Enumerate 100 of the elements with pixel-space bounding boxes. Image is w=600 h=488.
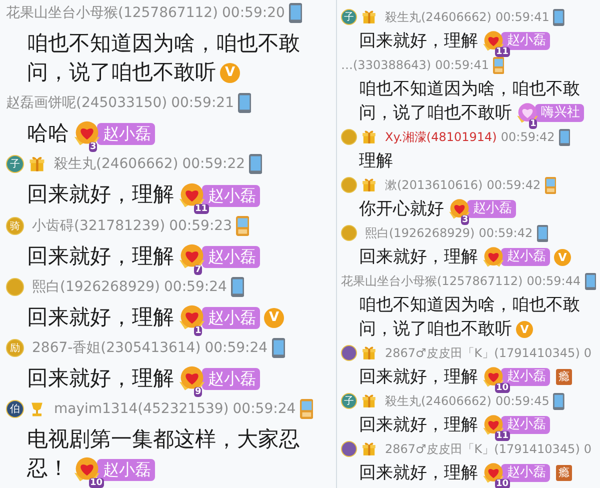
heart-emblem-icon xyxy=(73,456,101,484)
level-number: 10 xyxy=(89,478,104,488)
gift-icon xyxy=(28,155,46,174)
message-text: 回来就好，理解 xyxy=(359,247,478,267)
message-text: 你开心就好 xyxy=(359,199,444,219)
sender-name: 花果山坐台小母猴(1257867112) xyxy=(6,4,218,22)
message-time: 00:59:24 xyxy=(232,401,296,418)
message-time: 0 xyxy=(584,442,592,456)
tag-badge: 瘾 xyxy=(556,465,572,482)
phone-icon xyxy=(536,224,548,242)
message-text: 电视剧第一集都这样，大家忍 xyxy=(27,427,300,452)
message-time: 00:59:24 xyxy=(204,340,268,356)
message-text: 回来就好，理解 xyxy=(27,304,174,329)
phone-icon xyxy=(300,399,313,420)
message-time: 00:59:22 xyxy=(182,156,246,172)
sender-name: Xy.湘濛(48101914) xyxy=(385,128,497,146)
sender-name: 殺生丸(24606662) xyxy=(385,8,492,26)
message-text: 咱也不知道因为啥，咱也不敢 xyxy=(27,31,300,55)
message-text: 回来就好，理解 xyxy=(27,182,174,206)
name-tag: 赵小磊 xyxy=(97,123,155,146)
phone-icon xyxy=(553,8,565,26)
message-text: 回来就好，理解 xyxy=(27,244,174,268)
rank-badge: 子 xyxy=(6,155,24,174)
gift-icon xyxy=(361,393,377,409)
message-time: 00:59:21 xyxy=(171,95,234,111)
message-text: 回来就好，理解 xyxy=(359,31,478,51)
gift-icon xyxy=(361,129,377,145)
message-text: 问，说了咱也不敢听 xyxy=(27,60,216,84)
rank-badge: 骑 xyxy=(6,216,24,234)
phone-icon xyxy=(238,93,252,113)
message-text: 回来就好，理解 xyxy=(359,463,478,483)
name-tag: 赵小磊 xyxy=(202,307,260,329)
sender-name: 小齿碍(321781239) xyxy=(32,216,166,234)
sender-name: 漱(2013610616) xyxy=(385,176,483,194)
level-number: 3 xyxy=(89,142,98,152)
message-text: 咱也不知道因为啥，咱也不敢 xyxy=(359,295,580,315)
name-tag: 赵小磊 xyxy=(202,246,260,268)
vip-badge: V xyxy=(264,308,284,328)
sender-name: 花果山坐台小母猴(1257867112) xyxy=(341,272,523,290)
message-text: 咱也不知道因为啥，咱也不敢 xyxy=(359,79,580,99)
message-time: 00:59:42 xyxy=(478,226,533,240)
tag-badge: 瘾 xyxy=(556,369,572,386)
heart-emblem-icon xyxy=(178,304,206,332)
message-text: 回来就好，理解 xyxy=(359,415,478,435)
sender-name: 殺生丸(24606662) xyxy=(385,392,492,410)
message-time: 00:59:24 xyxy=(164,278,227,295)
message-time: 00:59:44 xyxy=(526,274,581,288)
phone-icon xyxy=(544,176,556,194)
level-number: 1 xyxy=(194,326,202,336)
heart-emblem-icon xyxy=(482,246,505,269)
message-time: 00:59:20 xyxy=(222,5,285,21)
message-time: 00:59:23 xyxy=(169,218,232,234)
message-text: 回来就好，理解 xyxy=(27,366,174,390)
level-number: 9 xyxy=(194,387,202,398)
rank-badge: 子 xyxy=(341,9,357,25)
phone-icon xyxy=(272,338,285,358)
gift-icon xyxy=(361,441,377,457)
phone-icon xyxy=(236,216,250,236)
sender-name: mayim1314(452321539) xyxy=(54,401,229,418)
sender-name: 赵磊画饼呢(245033150) xyxy=(6,94,168,112)
phone-icon xyxy=(584,272,596,290)
phone-icon xyxy=(492,56,504,74)
rank-badge: 励 xyxy=(6,339,24,357)
heart-emblem-icon xyxy=(178,182,206,210)
phone-icon xyxy=(249,154,262,174)
message-time: 00:59:42 xyxy=(500,130,555,144)
phone-icon xyxy=(553,392,565,410)
level-number: 11 xyxy=(194,204,209,214)
message-text: 问，说了咱也不敢听 xyxy=(359,103,512,123)
vip-badge: V xyxy=(516,320,533,338)
name-tag: 嗨兴社 xyxy=(535,104,584,122)
message-time: 00:59:41 xyxy=(495,10,550,24)
message-text: 回来就好，理解 xyxy=(359,367,478,387)
name-tag: 赵小磊 xyxy=(467,200,516,218)
message-time: 0 xyxy=(584,346,592,360)
rank-badge: 伯 xyxy=(6,400,24,418)
name-tag: 赵小磊 xyxy=(501,248,550,266)
message-time: 00:59:45 xyxy=(495,394,550,408)
phone-icon xyxy=(558,128,570,146)
sender-name: 2867-香姐(2305413614) xyxy=(32,339,201,357)
phone-icon xyxy=(288,3,302,23)
heart-emblem-icon xyxy=(178,242,206,271)
sender-name: 熙白(1926268929) xyxy=(365,224,475,242)
heart-emblem-icon xyxy=(448,198,471,221)
message-text: 忍！ xyxy=(27,456,69,480)
gift-icon xyxy=(361,9,377,25)
sender-name: 2867♂皮皮田「K」(1791410345) xyxy=(385,344,580,362)
rank-badge: 子 xyxy=(341,393,357,409)
message-text: 问，说了咱也不敢听 xyxy=(359,319,512,339)
sender-name: 熙白(1926268929) xyxy=(32,278,160,296)
vip-badge: V xyxy=(554,248,571,266)
name-tag: 赵小磊 xyxy=(202,368,260,390)
gift-icon xyxy=(361,345,377,361)
message-text: 哈哈 xyxy=(27,121,69,145)
sender-name: 2867♂皮皮田「K」(1791410345) xyxy=(385,440,580,458)
vip-badge: V xyxy=(220,63,240,84)
message-time: 00:59:42 xyxy=(486,178,541,192)
sender-name: 殺生丸(24606662) xyxy=(54,155,178,174)
sender-name: …(330388643) xyxy=(341,58,432,72)
heart-emblem-icon xyxy=(516,102,539,125)
